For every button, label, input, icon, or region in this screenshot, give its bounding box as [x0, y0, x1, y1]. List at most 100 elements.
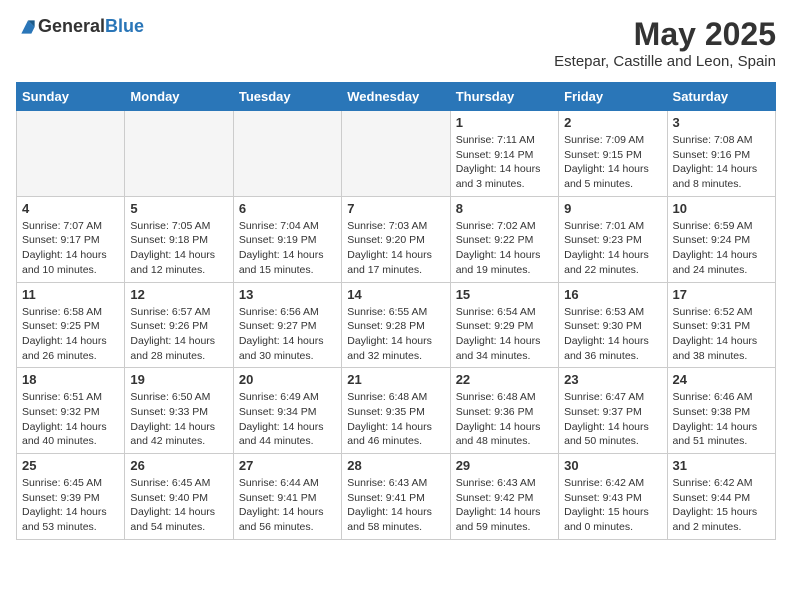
day-info: Sunrise: 7:05 AM Sunset: 9:18 PM Dayligh… — [130, 219, 227, 278]
weekday-header-monday: Monday — [125, 83, 233, 111]
day-info: Sunrise: 6:50 AM Sunset: 9:33 PM Dayligh… — [130, 390, 227, 449]
day-info: Sunrise: 6:54 AM Sunset: 9:29 PM Dayligh… — [456, 305, 553, 364]
day-number: 9 — [564, 201, 661, 216]
calendar-cell: 29 Sunrise: 6:43 AM Sunset: 9:42 PM Dayli… — [450, 454, 558, 540]
calendar-cell: 7 Sunrise: 7:03 AM Sunset: 9:20 PM Daylig… — [342, 196, 450, 282]
weekday-header-tuesday: Tuesday — [233, 83, 341, 111]
day-number: 5 — [130, 201, 227, 216]
week-row-2: 4Sunrise: 7:07 AM Sunset: 9:17 PM Daylig… — [17, 196, 776, 282]
calendar-cell: 8Sunrise: 7:02 AM Sunset: 9:22 PM Daylig… — [450, 196, 558, 282]
calendar-cell: 11 Sunrise: 6:58 AM Sunset: 9:25 PM Dayli… — [17, 282, 125, 368]
calendar-cell: 18 Sunrise: 6:51 AM Sunset: 9:32 PM Dayli… — [17, 368, 125, 454]
calendar-cell — [17, 111, 125, 197]
day-number: 20 — [239, 372, 336, 387]
logo: GeneralBlue — [16, 16, 144, 37]
logo-icon — [18, 17, 38, 37]
calendar-cell: 10 Sunrise: 6:59 AM Sunset: 9:24 PM Dayli… — [667, 196, 775, 282]
day-number: 15 — [456, 287, 553, 302]
day-info: Sunrise: 6:52 AM Sunset: 9:31 PM Dayligh… — [673, 305, 770, 364]
day-info: Sunrise: 6:47 AM Sunset: 9:37 PM Dayligh… — [564, 390, 661, 449]
day-info: Sunrise: 6:43 AM Sunset: 9:41 PM Dayligh… — [347, 476, 444, 535]
day-info: Sunrise: 6:42 AM Sunset: 9:44 PM Dayligh… — [673, 476, 770, 535]
weekday-header-wednesday: Wednesday — [342, 83, 450, 111]
location-subtitle: Estepar, Castille and Leon, Spain — [554, 53, 776, 70]
day-number: 10 — [673, 201, 770, 216]
day-number: 22 — [456, 372, 553, 387]
day-number: 30 — [564, 458, 661, 473]
calendar-cell: 26Sunrise: 6:45 AM Sunset: 9:40 PM Dayli… — [125, 454, 233, 540]
day-info: Sunrise: 6:45 AM Sunset: 9:39 PM Dayligh… — [22, 476, 119, 535]
weekday-header-friday: Friday — [559, 83, 667, 111]
week-row-3: 11 Sunrise: 6:58 AM Sunset: 9:25 PM Dayli… — [17, 282, 776, 368]
calendar-cell: 3Sunrise: 7:08 AM Sunset: 9:16 PM Daylig… — [667, 111, 775, 197]
day-info: Sunrise: 6:48 AM Sunset: 9:36 PM Dayligh… — [456, 390, 553, 449]
day-info: Sunrise: 6:43 AM Sunset: 9:42 PM Dayligh… — [456, 476, 553, 535]
calendar-cell: 6Sunrise: 7:04 AM Sunset: 9:19 PM Daylig… — [233, 196, 341, 282]
day-info: Sunrise: 7:11 AM Sunset: 9:14 PM Dayligh… — [456, 133, 553, 192]
day-info: Sunrise: 6:57 AM Sunset: 9:26 PM Dayligh… — [130, 305, 227, 364]
calendar-cell: 15 Sunrise: 6:54 AM Sunset: 9:29 PM Dayli… — [450, 282, 558, 368]
weekday-header-thursday: Thursday — [450, 83, 558, 111]
calendar-cell: 21Sunrise: 6:48 AM Sunset: 9:35 PM Dayli… — [342, 368, 450, 454]
day-number: 21 — [347, 372, 444, 387]
calendar-cell: 14 Sunrise: 6:55 AM Sunset: 9:28 PM Dayli… — [342, 282, 450, 368]
day-number: 19 — [130, 372, 227, 387]
day-number: 16 — [564, 287, 661, 302]
calendar-cell: 28Sunrise: 6:43 AM Sunset: 9:41 PM Dayli… — [342, 454, 450, 540]
calendar-cell: 19 Sunrise: 6:50 AM Sunset: 9:33 PM Dayli… — [125, 368, 233, 454]
calendar-table: SundayMondayTuesdayWednesdayThursdayFrid… — [16, 82, 776, 540]
calendar-cell: 2 Sunrise: 7:09 AM Sunset: 9:15 PM Daylig… — [559, 111, 667, 197]
calendar-cell: 4Sunrise: 7:07 AM Sunset: 9:17 PM Daylig… — [17, 196, 125, 282]
calendar-cell: 27 Sunrise: 6:44 AM Sunset: 9:41 PM Dayli… — [233, 454, 341, 540]
week-row-1: 1 Sunrise: 7:11 AM Sunset: 9:14 PM Daylig… — [17, 111, 776, 197]
day-info: Sunrise: 6:53 AM Sunset: 9:30 PM Dayligh… — [564, 305, 661, 364]
day-info: Sunrise: 7:09 AM Sunset: 9:15 PM Dayligh… — [564, 133, 661, 192]
day-info: Sunrise: 6:51 AM Sunset: 9:32 PM Dayligh… — [22, 390, 119, 449]
calendar-cell: 22 Sunrise: 6:48 AM Sunset: 9:36 PM Dayli… — [450, 368, 558, 454]
day-number: 4 — [22, 201, 119, 216]
day-number: 31 — [673, 458, 770, 473]
day-number: 17 — [673, 287, 770, 302]
calendar-cell — [342, 111, 450, 197]
day-number: 23 — [564, 372, 661, 387]
calendar-cell: 9Sunrise: 7:01 AM Sunset: 9:23 PM Daylig… — [559, 196, 667, 282]
weekday-header-saturday: Saturday — [667, 83, 775, 111]
page-header: GeneralBlue May 2025 Estepar, Castille a… — [16, 16, 776, 70]
weekday-header-sunday: Sunday — [17, 83, 125, 111]
logo-blue: Blue — [105, 16, 144, 36]
day-number: 24 — [673, 372, 770, 387]
day-number: 29 — [456, 458, 553, 473]
calendar-cell — [233, 111, 341, 197]
day-info: Sunrise: 6:58 AM Sunset: 9:25 PM Dayligh… — [22, 305, 119, 364]
calendar-cell: 20 Sunrise: 6:49 AM Sunset: 9:34 PM Dayli… — [233, 368, 341, 454]
calendar-cell: 30 Sunrise: 6:42 AM Sunset: 9:43 PM Dayli… — [559, 454, 667, 540]
day-number: 25 — [22, 458, 119, 473]
day-number: 2 — [564, 115, 661, 130]
day-info: Sunrise: 6:44 AM Sunset: 9:41 PM Dayligh… — [239, 476, 336, 535]
day-info: Sunrise: 6:55 AM Sunset: 9:28 PM Dayligh… — [347, 305, 444, 364]
logo-general: General — [38, 16, 105, 36]
calendar-cell: 31 Sunrise: 6:42 AM Sunset: 9:44 PM Dayli… — [667, 454, 775, 540]
calendar-cell: 13Sunrise: 6:56 AM Sunset: 9:27 PM Dayli… — [233, 282, 341, 368]
calendar-cell — [125, 111, 233, 197]
day-number: 7 — [347, 201, 444, 216]
day-number: 14 — [347, 287, 444, 302]
day-info: Sunrise: 7:04 AM Sunset: 9:19 PM Dayligh… — [239, 219, 336, 278]
day-number: 18 — [22, 372, 119, 387]
day-number: 27 — [239, 458, 336, 473]
day-number: 1 — [456, 115, 553, 130]
calendar-cell: 24Sunrise: 6:46 AM Sunset: 9:38 PM Dayli… — [667, 368, 775, 454]
day-info: Sunrise: 7:03 AM Sunset: 9:20 PM Dayligh… — [347, 219, 444, 278]
week-row-5: 25 Sunrise: 6:45 AM Sunset: 9:39 PM Dayli… — [17, 454, 776, 540]
day-info: Sunrise: 6:59 AM Sunset: 9:24 PM Dayligh… — [673, 219, 770, 278]
day-number: 12 — [130, 287, 227, 302]
day-number: 11 — [22, 287, 119, 302]
calendar-cell: 23 Sunrise: 6:47 AM Sunset: 9:37 PM Dayli… — [559, 368, 667, 454]
day-info: Sunrise: 6:49 AM Sunset: 9:34 PM Dayligh… — [239, 390, 336, 449]
day-info: Sunrise: 6:56 AM Sunset: 9:27 PM Dayligh… — [239, 305, 336, 364]
day-info: Sunrise: 6:45 AM Sunset: 9:40 PM Dayligh… — [130, 476, 227, 535]
calendar-cell: 12 Sunrise: 6:57 AM Sunset: 9:26 PM Dayli… — [125, 282, 233, 368]
day-info: Sunrise: 6:42 AM Sunset: 9:43 PM Dayligh… — [564, 476, 661, 535]
calendar-cell: 1 Sunrise: 7:11 AM Sunset: 9:14 PM Daylig… — [450, 111, 558, 197]
calendar-cell: 5 Sunrise: 7:05 AM Sunset: 9:18 PM Daylig… — [125, 196, 233, 282]
